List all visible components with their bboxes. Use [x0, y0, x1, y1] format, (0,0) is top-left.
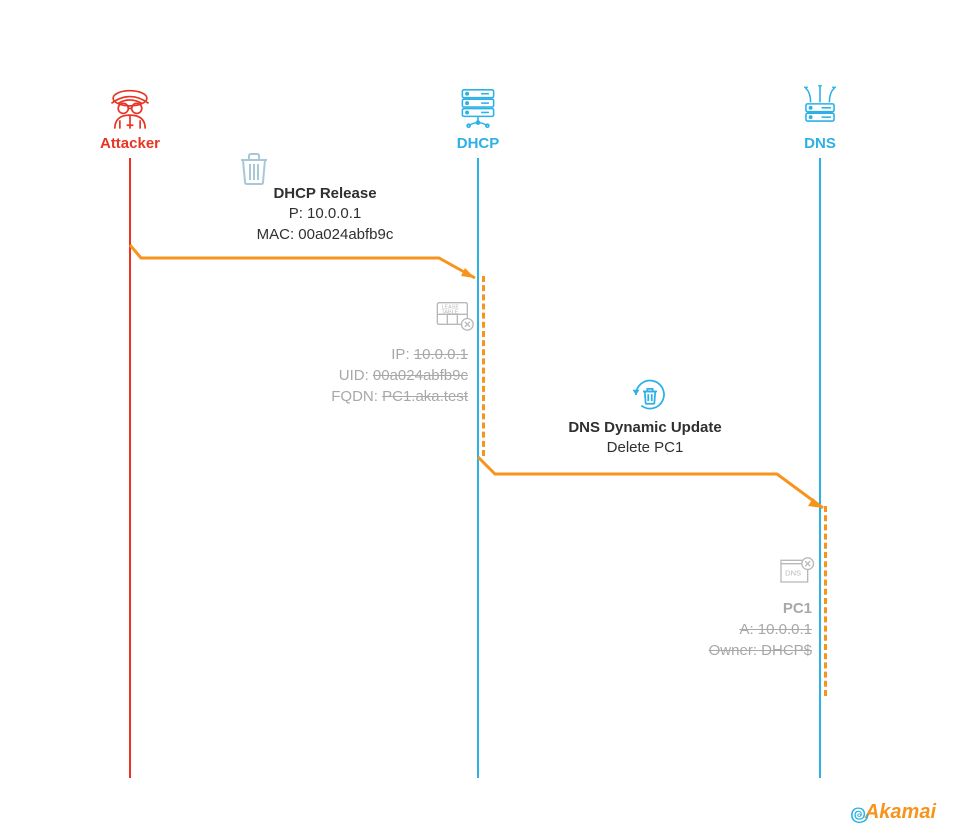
lease-table-icon: LEASE TABLE	[434, 296, 474, 341]
dns-update-title: DNS Dynamic Update	[520, 418, 770, 438]
server-stack-icon	[453, 82, 503, 137]
dns-record-a: A: 10.0.0.1	[690, 619, 812, 640]
dns-record: PC1 A: 10.0.0.1 Owner: DHCP$	[690, 598, 812, 661]
lease-fqdn-value: PC1.aka.test	[382, 388, 468, 405]
arrow-attacker-to-dhcp	[129, 244, 489, 294]
activation-dhcp	[482, 276, 485, 456]
arrow-dhcp-to-dns	[477, 456, 837, 526]
dhcp-release-ip: P: 10.0.0.1	[210, 204, 440, 224]
lease-table-record: IP: 10.0.0.1 UID: 00a024abfb9c FQDN: PC1…	[308, 344, 468, 407]
akamai-logo-text: Akamai	[865, 801, 936, 823]
dns-record-host: PC1	[690, 598, 812, 619]
spy-icon	[103, 78, 157, 137]
svg-text:TABLE: TABLE	[442, 310, 459, 316]
lane-label-dns: DNS	[804, 135, 836, 152]
lease-uid-label: UID:	[339, 367, 369, 384]
svg-text:DNS: DNS	[785, 568, 801, 577]
lease-uid-value: 00a024abfb9c	[373, 367, 468, 384]
dhcp-release-mac: MAC: 00a024abfb9c	[210, 225, 440, 245]
dns-update-message: DNS Dynamic Update Delete PC1	[520, 418, 770, 459]
dhcp-release-title: DHCP Release	[210, 184, 440, 204]
dns-branch-icon	[795, 82, 845, 137]
lane-label-attacker: Attacker	[100, 135, 160, 152]
lane-label-dhcp: DHCP	[457, 135, 500, 152]
akamai-logo: ꩜Akamai	[850, 797, 936, 826]
dns-record-owner: Owner: DHCP$	[690, 640, 812, 661]
akamai-wave-icon: ꩜	[850, 800, 869, 829]
refresh-trash-icon	[629, 374, 671, 421]
lease-ip-label: IP:	[391, 346, 409, 363]
dhcp-release-message: DHCP Release P: 10.0.0.1 MAC: 00a024abfb…	[210, 184, 440, 245]
activation-dns	[824, 506, 827, 696]
dns-record-icon: DNS	[776, 552, 816, 597]
lease-fqdn-label: FQDN:	[331, 388, 378, 405]
lease-ip-value: 10.0.0.1	[414, 346, 468, 363]
